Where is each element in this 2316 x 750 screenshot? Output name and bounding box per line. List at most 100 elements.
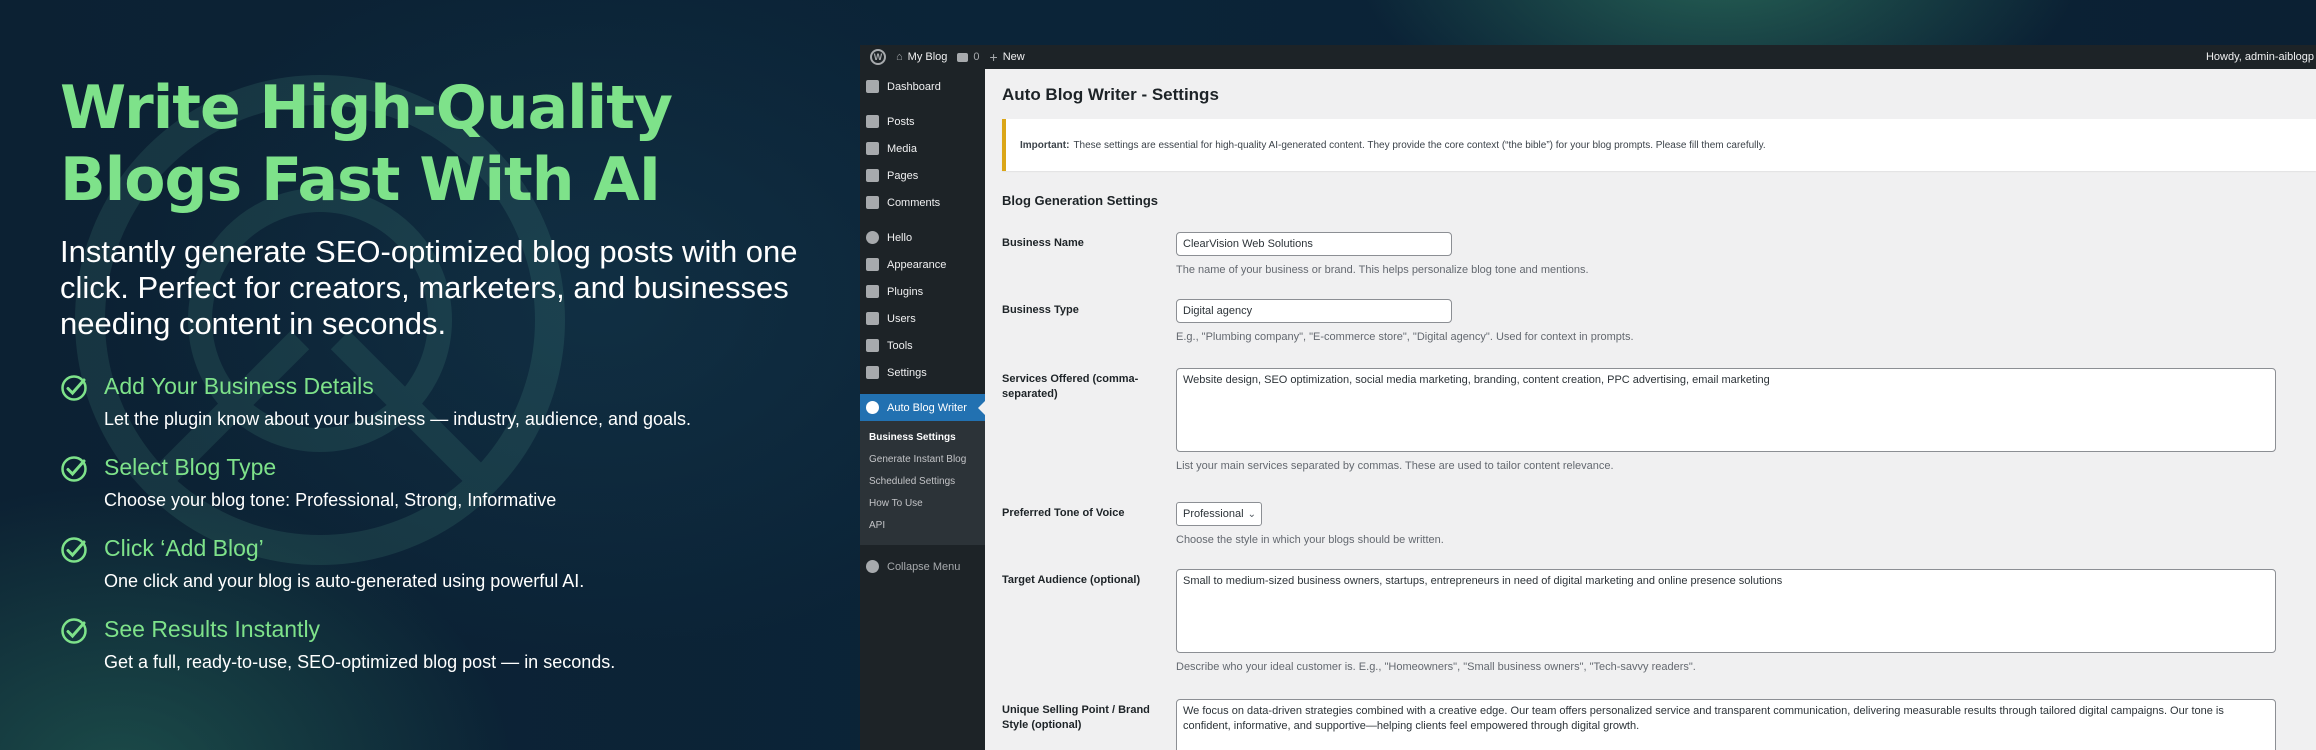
check-circle-icon: [61, 375, 87, 401]
sidebar-item-settings[interactable]: Settings: [860, 359, 985, 386]
plus-icon: +: [989, 49, 998, 65]
page-title: Auto Blog Writer - Settings: [1002, 85, 1219, 104]
feature-list: Add Your Business Details Let the plugin…: [60, 372, 830, 673]
page-icon: [866, 169, 879, 182]
section-title: Blog Generation Settings: [1002, 193, 1159, 208]
feature-item: See Results Instantly Get a full, ready-…: [60, 615, 830, 673]
sidebar-item-pages[interactable]: Pages: [860, 162, 985, 189]
tone-desc: Choose the style in which your blogs sho…: [1176, 534, 1444, 546]
wp-logo-menu[interactable]: W: [870, 49, 886, 65]
check-circle-icon: [61, 456, 87, 482]
usp-textarea[interactable]: We focus on data-driven strategies combi…: [1176, 699, 2276, 750]
site-name-label: My Blog: [907, 51, 948, 63]
audience-textarea[interactable]: Small to medium-sized business owners, s…: [1176, 569, 2276, 653]
sidebar-item-label: Posts: [887, 115, 915, 128]
sidebar-item-label: Appearance: [887, 258, 947, 271]
comments-menu[interactable]: 0: [957, 51, 980, 63]
brush-icon: [866, 258, 879, 271]
hero-title-line1: Write High-Quality: [60, 73, 673, 143]
services-textarea[interactable]: Website design, SEO optimization, social…: [1176, 368, 2276, 452]
sidebar-item-comments[interactable]: Comments: [860, 189, 985, 216]
dashboard-icon: [866, 80, 879, 93]
business-name-input[interactable]: ClearVision Web Solutions: [1176, 232, 1452, 256]
important-notice: Important: These settings are essential …: [1002, 119, 2316, 171]
settings-page: Auto Blog Writer - Settings Important: T…: [1002, 69, 2316, 750]
feature-title: Add Your Business Details: [104, 373, 374, 399]
chevron-down-icon: ⌄: [1247, 509, 1256, 520]
comment-bubble-icon: [957, 52, 969, 62]
sidebar-item-label: Comments: [887, 196, 941, 209]
submenu-how-to-use[interactable]: How To Use: [860, 493, 985, 515]
notice-strong: Important:: [1020, 139, 1070, 151]
sidebar-item-label: Tools: [887, 339, 913, 352]
plug-icon: [866, 285, 879, 298]
wrench-icon: [866, 339, 879, 352]
sidebar-item-label: Media: [887, 142, 917, 155]
admin-sidebar: Dashboard Posts Media Pages Comments Hel…: [860, 69, 985, 750]
feature-desc: One click and your blog is auto-generate…: [104, 571, 585, 591]
feature-desc: Get a full, ready-to-use, SEO-optimized …: [104, 652, 616, 672]
media-icon: [866, 142, 879, 155]
new-label: New: [1002, 51, 1025, 63]
sidebar-item-label: Pages: [887, 169, 919, 182]
tone-selected-value: Professional: [1183, 508, 1244, 520]
sidebar-item-appearance[interactable]: Appearance: [860, 251, 985, 278]
comment-icon: [866, 196, 879, 209]
sidebar-item-media[interactable]: Media: [860, 135, 985, 162]
collapse-menu-button[interactable]: Collapse Menu: [860, 553, 985, 580]
sidebar-item-dashboard[interactable]: Dashboard: [860, 73, 985, 100]
admin-bar: W ⌂ My Blog 0 + New Howdy, admin-aiblogp: [860, 45, 2316, 69]
notice-text: These settings are essential for high-qu…: [1073, 139, 1766, 151]
services-label: Services Offered (comma-separated): [1002, 373, 1139, 400]
feature-desc: Let the plugin know about your business …: [104, 409, 692, 429]
plugin-logo-icon: [866, 401, 879, 414]
services-desc: List your main services separated by com…: [1176, 460, 1614, 472]
feature-item: Click ‘Add Blog’ One click and your blog…: [60, 534, 830, 592]
audience-desc: Describe who your ideal customer is. E.g…: [1176, 661, 1696, 673]
settings-icon: [866, 366, 879, 379]
sidebar-item-label: Dashboard: [887, 80, 941, 93]
submenu-api[interactable]: API: [860, 515, 985, 537]
sidebar-item-tools[interactable]: Tools: [860, 332, 985, 359]
sidebar-item-hello[interactable]: Hello: [860, 224, 985, 251]
feature-title: Select Blog Type: [104, 454, 277, 480]
sidebar-item-label: Users: [887, 312, 916, 325]
sidebar-item-users[interactable]: Users: [860, 305, 985, 332]
audience-label: Target Audience (optional): [1002, 574, 1141, 586]
hello-icon: [866, 231, 879, 244]
sidebar-item-label: Settings: [887, 366, 927, 379]
feature-item: Add Your Business Details Let the plugin…: [60, 372, 830, 430]
usp-label: Unique Selling Point / Brand Style (opti…: [1002, 704, 1150, 731]
tone-label: Preferred Tone of Voice: [1002, 507, 1125, 519]
site-name-menu[interactable]: ⌂ My Blog: [896, 51, 947, 63]
comments-count: 0: [973, 51, 980, 63]
new-content-menu[interactable]: + New: [990, 49, 1025, 65]
sidebar-item-label: Auto Blog Writer: [887, 401, 967, 414]
business-type-desc: E.g., "Plumbing company", "E-commerce st…: [1176, 331, 1634, 343]
hero-title-line2: Blogs Fast With AI: [60, 145, 661, 215]
submenu-business-settings[interactable]: Business Settings: [860, 427, 985, 449]
sidebar-item-posts[interactable]: Posts: [860, 108, 985, 135]
feature-item: Select Blog Type Choose your blog tone: …: [60, 453, 830, 511]
check-circle-icon: [61, 537, 87, 563]
user-icon: [866, 312, 879, 325]
tone-select[interactable]: Professional ⌄: [1176, 502, 1262, 526]
home-icon: ⌂: [896, 51, 903, 63]
submenu-generate-instant-blog[interactable]: Generate Instant Blog: [860, 449, 985, 471]
wordpress-logo-icon: W: [870, 49, 886, 65]
business-type-label: Business Type: [1002, 304, 1079, 316]
business-name-label: Business Name: [1002, 237, 1084, 249]
hero-subtitle: Instantly generate SEO-optimized blog po…: [60, 234, 798, 341]
feature-title: Click ‘Add Blog’: [104, 535, 264, 561]
sidebar-item-label: Plugins: [887, 285, 924, 298]
sidebar-item-plugins[interactable]: Plugins: [860, 278, 985, 305]
business-type-input[interactable]: Digital agency: [1176, 299, 1452, 323]
wordpress-screenshot: W ⌂ My Blog 0 + New Howdy, admin-aiblogp…: [860, 45, 2316, 750]
business-name-desc: The name of your business or brand. This…: [1176, 264, 1589, 276]
submenu-scheduled-settings[interactable]: Scheduled Settings: [860, 471, 985, 493]
pin-icon: [866, 115, 879, 128]
feature-title: See Results Instantly: [104, 616, 321, 642]
account-menu[interactable]: Howdy, admin-aiblogp: [2206, 45, 2316, 69]
collapse-menu-label: Collapse Menu: [887, 560, 961, 573]
sidebar-item-auto-blog-writer[interactable]: Auto Blog Writer: [860, 394, 985, 421]
